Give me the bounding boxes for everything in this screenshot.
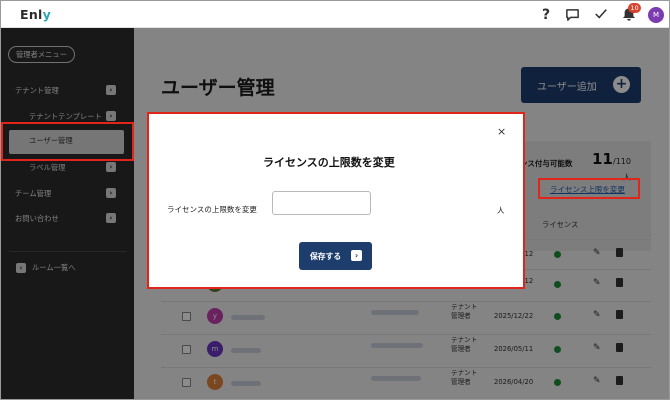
user-avatar[interactable]: M xyxy=(648,7,664,23)
help-icon[interactable]: ? xyxy=(538,7,554,23)
highlight-license-link xyxy=(538,178,640,199)
chat-icon[interactable] xyxy=(564,7,580,23)
notification-badge: 10 xyxy=(628,3,641,13)
check-icon[interactable] xyxy=(593,7,609,23)
top-bar: Enly ? 10 M xyxy=(1,1,669,28)
app-window: Enly ? 10 M 管理者メニュー テナント管理 › テナントテンプレート … xyxy=(0,0,670,400)
app-logo[interactable]: Enly xyxy=(20,7,51,22)
highlight-modal xyxy=(147,112,525,289)
highlight-sidebar-users xyxy=(1,122,134,161)
